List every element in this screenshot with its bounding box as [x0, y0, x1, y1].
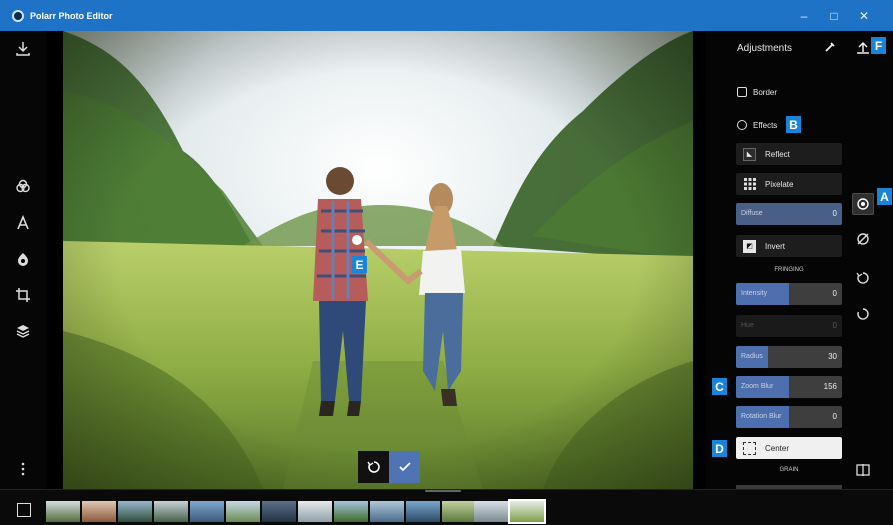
filmstrip	[0, 489, 893, 525]
thumbnail[interactable]	[474, 501, 508, 522]
effects-section[interactable]: Effects	[737, 120, 777, 130]
callout-f: F	[871, 37, 886, 54]
filmstrip-handle[interactable]	[425, 490, 461, 492]
history-tool-icon[interactable]	[852, 267, 874, 289]
radius-value: 30	[828, 352, 837, 361]
eyedropper-icon[interactable]	[824, 41, 836, 56]
intensity-label: Intensity	[741, 290, 768, 297]
title-bar: Polarr Photo Editor – □ ✕	[0, 0, 893, 31]
rotation-blur-label: Rotation Blur	[741, 413, 782, 420]
diffuse-slider[interactable]: Diffuse 0	[736, 203, 842, 225]
maximize-button[interactable]: □	[817, 0, 851, 31]
thumbnail[interactable]	[82, 501, 116, 522]
minimize-button[interactable]: –	[787, 0, 821, 31]
callout-e: E	[352, 256, 367, 273]
photo-canvas[interactable]: E	[46, 31, 706, 489]
intensity-value: 0	[832, 289, 837, 298]
diffuse-label: Diffuse	[741, 210, 763, 217]
thumbnail[interactable]	[46, 501, 80, 522]
thumbnail[interactable]	[262, 501, 296, 522]
zoom-blur-label: Zoom Blur	[741, 383, 774, 390]
thumbnail[interactable]	[154, 501, 188, 522]
thumbnail[interactable]	[298, 501, 332, 522]
adjustments-panel: Adjustments F Border Effects B ◣ Reflect…	[706, 31, 893, 489]
download-icon[interactable]	[13, 39, 33, 59]
confirm-controls	[358, 451, 420, 483]
pixelate-icon	[743, 178, 756, 191]
hue-value: 0	[832, 321, 837, 330]
filters-icon[interactable]	[13, 176, 33, 196]
fringing-heading: FRINGING	[774, 267, 804, 273]
reflect-icon: ◣	[743, 147, 756, 161]
border-icon	[737, 87, 747, 97]
rotation-blur-value: 0	[832, 412, 837, 421]
invert-label: Invert	[765, 241, 786, 251]
crop-icon[interactable]	[13, 285, 33, 305]
reset-button[interactable]	[358, 451, 389, 483]
gallery-icon[interactable]	[17, 503, 31, 517]
center-icon	[743, 441, 756, 455]
thumbnail[interactable]	[370, 501, 404, 522]
border-section[interactable]: Border	[737, 87, 777, 97]
border-label: Border	[753, 87, 778, 97]
hue-slider: Hue 0	[736, 315, 842, 337]
callout-d: D	[712, 440, 727, 457]
diffuse-value: 0	[832, 209, 837, 218]
invert-icon: ◩	[743, 239, 756, 253]
panel-title: Adjustments	[737, 43, 793, 54]
zoom-blur-value: 156	[823, 382, 837, 391]
thumbnail[interactable]	[406, 501, 440, 522]
compare-tool-icon[interactable]	[852, 459, 874, 481]
thumbnail[interactable]	[442, 501, 476, 522]
retouch-icon[interactable]	[13, 249, 33, 269]
thumbnail[interactable]	[226, 501, 260, 522]
left-toolbar	[0, 31, 46, 489]
reset-tool-icon[interactable]	[852, 303, 874, 325]
invert-button[interactable]: ◩ Invert	[736, 235, 842, 257]
radius-label: Radius	[741, 353, 763, 360]
radius-slider[interactable]: Radius 30	[736, 346, 842, 368]
rotation-blur-slider[interactable]: Rotation Blur 0	[736, 406, 842, 428]
reflect-label: Reflect	[765, 149, 790, 159]
center-label: Center	[765, 443, 790, 453]
thumbnail[interactable]	[334, 501, 368, 522]
export-icon[interactable]	[856, 41, 870, 58]
intensity-slider[interactable]: Intensity 0	[736, 283, 842, 305]
close-button[interactable]: ✕	[847, 0, 881, 31]
callout-c: C	[712, 378, 727, 395]
thumbnail-selected[interactable]	[508, 499, 546, 524]
thumbnail[interactable]	[118, 501, 152, 522]
text-tool-icon[interactable]	[13, 213, 33, 233]
hue-label: Hue	[741, 322, 754, 329]
effects-label: Effects	[753, 120, 778, 130]
pixelate-label: Pixelate	[765, 179, 794, 189]
grain-heading: GRAIN	[779, 467, 799, 473]
mask-tool-icon[interactable]	[852, 228, 874, 250]
thumbnail[interactable]	[190, 501, 224, 522]
pixelate-button[interactable]: Pixelate	[736, 173, 842, 195]
more-options-icon[interactable]	[13, 459, 33, 479]
callout-a: A	[877, 188, 892, 205]
callout-b: B	[786, 116, 801, 133]
edited-photo	[63, 31, 693, 489]
reflect-button[interactable]: ◣ Reflect	[736, 143, 842, 165]
zoom-blur-slider[interactable]: Zoom Blur 156	[736, 376, 842, 398]
window-title: Polarr Photo Editor	[30, 10, 113, 21]
effects-tool-icon[interactable]	[852, 193, 874, 215]
center-button[interactable]: Center	[736, 437, 842, 459]
effects-icon	[737, 120, 747, 130]
app-logo-icon	[12, 9, 24, 22]
apply-button[interactable]	[389, 451, 420, 483]
layers-icon[interactable]	[13, 321, 33, 341]
